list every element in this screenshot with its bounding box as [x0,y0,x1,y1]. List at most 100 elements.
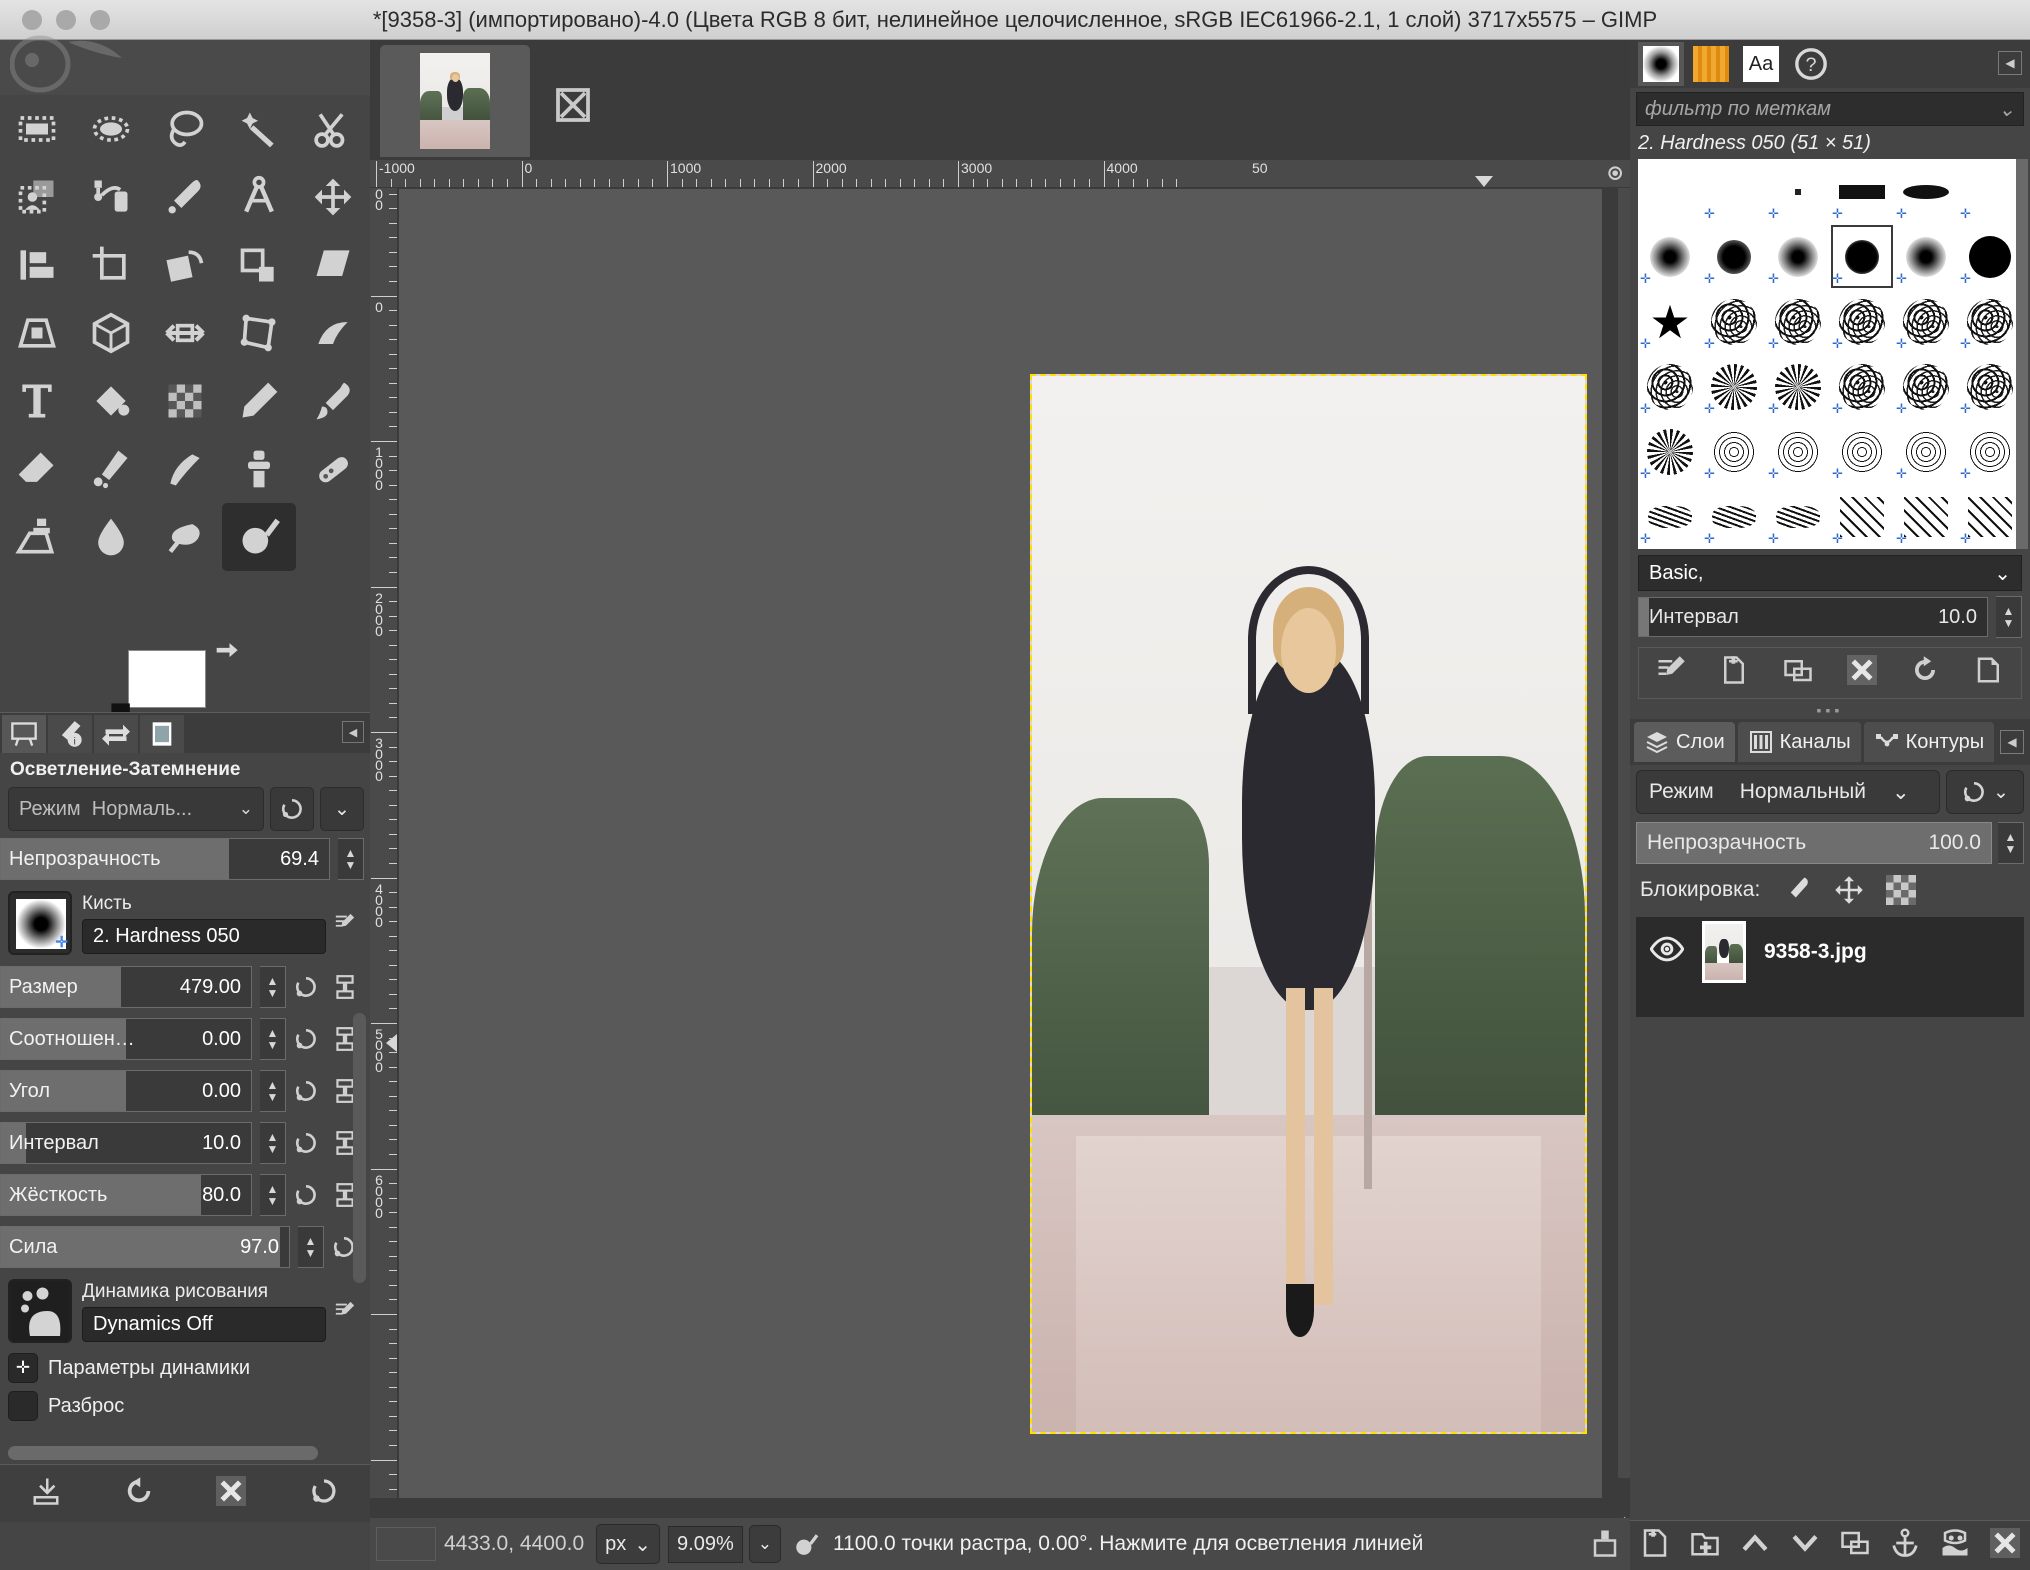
brushes-dock-expand-icon[interactable]: ◀ [1998,51,2022,75]
pencil-tool[interactable] [222,367,296,435]
image-layer-preview[interactable] [1030,374,1587,1434]
size-stepper[interactable]: ▲ ▼ [260,966,286,1008]
eraser-tool[interactable] [0,435,74,503]
brush-swatch[interactable]: ✛ [1830,224,1894,289]
scatter-checkbox[interactable] [8,1391,38,1421]
perspective-clone-tool[interactable] [0,503,74,571]
expander-icon[interactable]: ✛ [8,1353,38,1383]
brush-swatch[interactable]: ✛ [1958,289,2022,354]
horizontal-ruler[interactable]: -1000 0 1000 2000 3000 4000 50 [370,160,1630,188]
lower-layer-icon[interactable] [1790,1528,1820,1564]
angle-slider[interactable]: Угол 0.00 [0,1070,252,1112]
brush-swatch[interactable]: ✛ [1766,419,1830,484]
canvas-vertical-scrollbar[interactable] [1618,188,1630,1478]
tab-undo-history[interactable] [94,715,138,753]
blur-sharpen-tool[interactable] [148,503,222,571]
brush-swatch[interactable]: ✛ [1766,484,1830,549]
reset-size-button[interactable] [286,966,326,1008]
lock-position-icon[interactable] [1834,875,1864,905]
image-tab[interactable] [380,45,530,157]
brush-swatch[interactable]: ✛ [1702,419,1766,484]
brush-swatch[interactable]: ✛ [1702,484,1766,549]
paintbrush-tool[interactable] [296,367,370,435]
layers-dock-tabbar[interactable]: Слои Каналы Контуры ◀ [1630,719,2030,765]
clone-tool[interactable] [222,435,296,503]
tool-options-bottom-bar[interactable] [0,1464,370,1522]
foreground-color-swatch[interactable] [128,650,206,708]
handle-transform-tool[interactable] [148,299,222,367]
edit-brush-icon[interactable] [1656,655,1686,691]
delete-layer-icon[interactable] [1990,1527,2020,1564]
canvas[interactable] [399,189,1602,1498]
layer-name[interactable]: 9358-3.jpg [1764,940,1867,964]
edit-brush-button[interactable] [326,902,364,944]
bucket-fill-tool[interactable] [74,367,148,435]
delete-brush-icon[interactable] [1846,655,1877,691]
shear-tool[interactable] [296,231,370,299]
hardness-stepper[interactable]: ▲ ▼ [260,1174,286,1216]
brush-swatch[interactable]: ✛ [1894,289,1958,354]
crop-tool[interactable] [74,231,148,299]
brush-swatch[interactable]: ✛ [1958,484,2022,549]
edit-dynamics-button[interactable] [326,1290,364,1332]
brush-swatch[interactable]: ✛ [1894,354,1958,419]
lock-pixels-icon[interactable] [1782,875,1812,905]
text-tool[interactable] [0,367,74,435]
layer-mode-combo[interactable]: Режим Нормальный ⌄ [1636,770,1940,814]
duplicate-layer-icon[interactable] [1840,1528,1870,1564]
warp-tool[interactable] [296,299,370,367]
swap-colors-icon[interactable] [212,642,240,670]
brush-swatch[interactable]: ★ ✛ [1638,289,1702,354]
brush-spacing-slider[interactable]: Интервал 10.0 [1638,597,1988,637]
reset-tool-options-icon[interactable] [309,1476,339,1512]
tool-options-scrollbar[interactable] [353,1013,366,1283]
restore-tool-preset-icon[interactable] [124,1476,154,1512]
tab-tool-options[interactable] [2,715,46,753]
brush-swatch[interactable]: ✛ [1702,354,1766,419]
brush-preview[interactable]: ✛ [8,891,72,955]
duplicate-brush-icon[interactable] [1783,655,1813,691]
scale-tool[interactable] [222,231,296,299]
image-tabbar[interactable] [370,40,1630,160]
save-tool-preset-icon[interactable] [31,1476,61,1512]
zoom-selector[interactable]: 9.09% ⌄ [668,1524,781,1564]
patterns-tab[interactable] [1688,42,1734,86]
raise-layer-icon[interactable] [1740,1528,1770,1564]
reset-angle-button[interactable] [286,1070,326,1112]
alignment-tool[interactable] [0,231,74,299]
new-brush-icon[interactable] [1719,655,1749,691]
brush-swatch[interactable]: ✛ [1766,354,1830,419]
hardness-slider[interactable]: Жёсткость 80.0 [0,1174,252,1216]
fuzzy-select-tool[interactable] [222,95,296,163]
tool-options-expand-icon[interactable]: ◀ [342,721,364,743]
cancel-icon[interactable] [1588,1526,1622,1560]
reset-hardness-button[interactable] [286,1174,326,1216]
smudge-tool[interactable] [74,503,148,571]
scissors-select-tool[interactable] [296,95,370,163]
fonts-tab[interactable]: Aa [1738,42,1784,86]
chevron-down-icon[interactable]: ⌄ [748,1525,781,1563]
heal-tool[interactable] [296,435,370,503]
new-layer-icon[interactable] [1640,1528,1670,1564]
3d-transform-tool[interactable] [74,299,148,367]
brush-swatch[interactable]: ✛ [1830,159,1894,224]
zoom-image-button[interactable] [1604,162,1628,186]
brush-swatch[interactable]: ✛ [1894,224,1958,289]
open-brush-folder-icon[interactable] [1974,655,2004,691]
scatter-row[interactable]: Разброс [0,1387,370,1425]
rect-select-tool[interactable] [0,95,74,163]
brush-swatch[interactable] [1638,159,1702,224]
brush-swatch[interactable]: ✛ [1638,224,1702,289]
spacing-stepper[interactable]: ▲ ▼ [260,1122,286,1164]
brush-swatch[interactable]: ✛ [1830,289,1894,354]
brush-tag-filter-input[interactable]: фильтр по меткам ⌄ [1636,92,2024,126]
brush-swatch[interactable]: ✛ [1830,354,1894,419]
quickmask-toggle[interactable] [376,1527,436,1561]
brush-swatch[interactable]: ✛ [1894,159,1958,224]
dynamics-preview[interactable] [8,1279,72,1343]
aspect-slider[interactable]: Соотношен… 0.00 [0,1018,252,1060]
zoom-value[interactable]: 9.09% [668,1525,743,1563]
brush-swatch[interactable]: ✛ [1830,484,1894,549]
layers-dock-expand-icon[interactable]: ◀ [2000,730,2024,754]
brush-swatch[interactable]: ✛ [1702,289,1766,354]
